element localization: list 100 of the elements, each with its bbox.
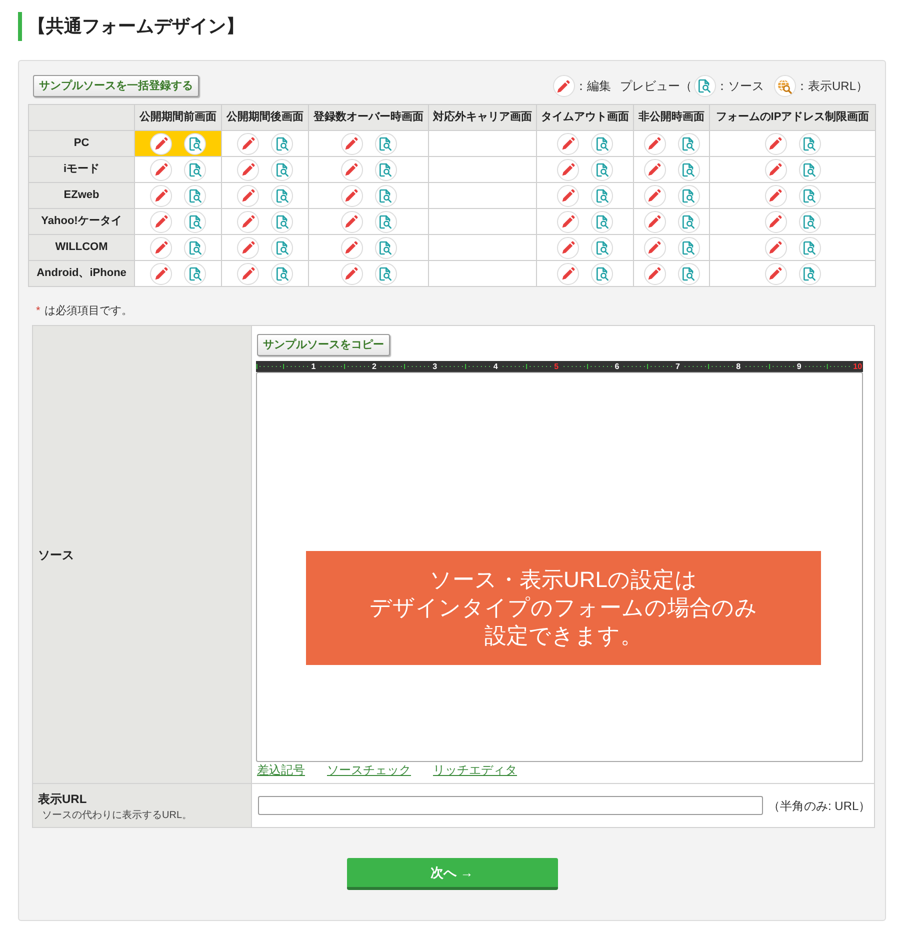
document-search-icon (276, 188, 288, 202)
preview-button[interactable] (271, 210, 293, 232)
edit-button[interactable] (557, 210, 579, 232)
edit-button[interactable] (340, 210, 362, 232)
preview-button[interactable] (591, 262, 613, 284)
edit-button[interactable] (150, 262, 172, 284)
edit-button[interactable] (764, 158, 786, 180)
edit-button[interactable] (764, 132, 786, 154)
edit-button[interactable] (644, 236, 666, 258)
url-input[interactable] (258, 796, 763, 816)
preview-button[interactable] (798, 262, 820, 284)
preview-button[interactable] (591, 184, 613, 206)
edit-button[interactable] (340, 158, 362, 180)
preview-button[interactable] (184, 262, 206, 284)
preview-button[interactable] (798, 132, 820, 154)
edit-button[interactable] (557, 184, 579, 206)
pencil-icon (562, 137, 574, 150)
row-header: WILLCOM (28, 234, 134, 260)
document-search-icon (188, 266, 202, 280)
pencil-icon (242, 137, 254, 150)
edit-button[interactable] (764, 262, 786, 284)
edit-button[interactable] (150, 210, 172, 232)
document-search-icon (188, 188, 202, 202)
document-search-icon (682, 240, 695, 254)
legend-label: ：ソース (716, 78, 764, 95)
document-search-icon (379, 240, 392, 254)
preview-button[interactable] (591, 132, 613, 154)
edit-button[interactable] (644, 262, 666, 284)
edit-button[interactable] (644, 184, 666, 206)
edit-button[interactable] (644, 210, 666, 232)
preview-button[interactable] (184, 132, 206, 154)
pencil-icon (242, 189, 254, 202)
document-search-icon (596, 188, 608, 202)
preview-button[interactable] (271, 184, 293, 206)
link[interactable]: ソースチェック (327, 763, 411, 778)
edit-button[interactable] (557, 132, 579, 154)
preview-button[interactable] (678, 158, 700, 180)
pencil-icon (154, 137, 168, 150)
preview-button[interactable] (678, 132, 700, 154)
link[interactable]: 差込記号 (257, 763, 305, 778)
pencil-icon (154, 215, 168, 228)
link[interactable]: リッチエディタ (433, 763, 517, 778)
edit-button[interactable] (150, 236, 172, 258)
edit-button[interactable] (340, 132, 362, 154)
preview-button[interactable] (591, 158, 613, 180)
ruler-number: 8 (735, 362, 742, 371)
preview-button[interactable] (374, 184, 396, 206)
pencil-icon (345, 137, 358, 150)
edit-button[interactable] (237, 132, 259, 154)
edit-button[interactable] (340, 236, 362, 258)
preview-button[interactable] (798, 210, 820, 232)
preview-button[interactable] (271, 158, 293, 180)
edit-button[interactable] (644, 158, 666, 180)
preview-button[interactable] (184, 158, 206, 180)
preview-button[interactable] (798, 184, 820, 206)
preview-button[interactable] (374, 262, 396, 284)
preview-button[interactable] (184, 236, 206, 258)
edit-button[interactable] (150, 158, 172, 180)
preview-button[interactable] (184, 184, 206, 206)
field-hint: ソースの代わりに表示するURL。 (42, 809, 192, 824)
preview-button[interactable] (271, 262, 293, 284)
edit-button[interactable] (237, 210, 259, 232)
edit-button[interactable] (557, 262, 579, 284)
preview-button[interactable] (374, 236, 396, 258)
pencil-icon (345, 267, 358, 280)
preview-button[interactable] (271, 132, 293, 154)
copy-sample-button[interactable]: サンプルソースをコピー (257, 334, 390, 356)
edit-button[interactable] (237, 262, 259, 284)
edit-button[interactable] (644, 132, 666, 154)
edit-button[interactable] (340, 184, 362, 206)
document-search-icon (803, 214, 816, 228)
edit-button[interactable] (150, 184, 172, 206)
preview-button[interactable] (798, 236, 820, 258)
edit-button[interactable] (764, 184, 786, 206)
bulk-register-button[interactable]: サンプルソースを一括登録する (33, 75, 199, 97)
required-note: * は必須項目です。 (36, 304, 132, 318)
preview-button[interactable] (678, 236, 700, 258)
edit-button[interactable] (150, 132, 172, 154)
preview-button[interactable] (678, 262, 700, 284)
edit-button[interactable] (557, 236, 579, 258)
preview-button[interactable] (798, 158, 820, 180)
edit-button[interactable] (764, 210, 786, 232)
preview-button[interactable] (678, 210, 700, 232)
preview-button[interactable] (591, 210, 613, 232)
edit-button[interactable] (237, 158, 259, 180)
preview-button[interactable] (678, 184, 700, 206)
preview-button[interactable] (591, 236, 613, 258)
edit-button[interactable] (764, 236, 786, 258)
edit-button[interactable] (557, 158, 579, 180)
preview-button[interactable] (374, 210, 396, 232)
row-header: Yahoo!ケータイ (28, 208, 134, 234)
edit-button[interactable] (340, 262, 362, 284)
pencil-icon (242, 215, 254, 228)
preview-button[interactable] (374, 158, 396, 180)
edit-button[interactable] (237, 184, 259, 206)
next-button[interactable]: 次へ → (346, 858, 558, 890)
preview-button[interactable] (271, 236, 293, 258)
preview-button[interactable] (374, 132, 396, 154)
preview-button[interactable] (184, 210, 206, 232)
edit-button[interactable] (237, 236, 259, 258)
